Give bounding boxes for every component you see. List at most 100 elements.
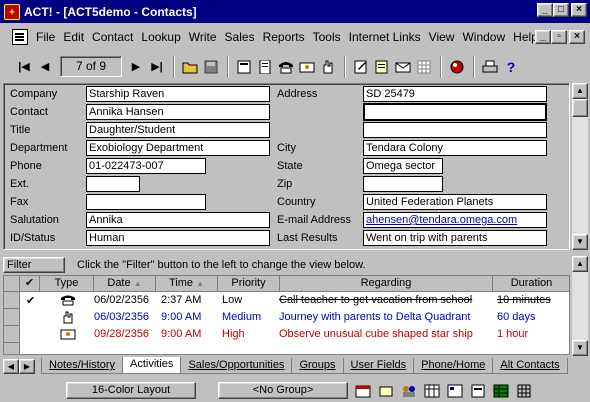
form-scrollbar[interactable]: ▲ ▼ <box>572 83 588 250</box>
menu-window[interactable]: Window <box>458 30 509 44</box>
weekly-calendar-icon[interactable] <box>447 384 463 398</box>
groups-icon[interactable] <box>401 384 417 398</box>
prev-record-button[interactable]: ◀ <box>35 57 55 77</box>
menu-reports[interactable]: Reports <box>259 30 309 44</box>
write-note-icon[interactable] <box>351 57 371 77</box>
col-header-date[interactable]: Date ▲ <box>94 276 156 292</box>
filter-button[interactable]: Filter <box>3 257 65 273</box>
menu-sales[interactable]: Sales <box>221 30 259 44</box>
scroll-up-arrow-icon[interactable]: ▲ <box>572 83 588 99</box>
menu-edit[interactable]: Edit <box>59 30 88 44</box>
task-list-icon[interactable] <box>493 384 509 398</box>
col-header-selector[interactable] <box>4 276 20 292</box>
menu-lookup[interactable]: Lookup <box>137 30 184 44</box>
done-check-icon[interactable]: ✔ <box>26 294 35 307</box>
department-field[interactable]: Exobiology Department <box>86 140 270 156</box>
spreadsheet-icon[interactable] <box>414 57 434 77</box>
table-row[interactable]: ✔ 06/02/2356 2:37 AM Low Call teacher to… <box>4 292 569 309</box>
minimize-button[interactable]: _ <box>537 3 553 17</box>
col-header-priority[interactable]: Priority <box>218 276 280 292</box>
row-selector[interactable] <box>4 343 20 354</box>
scroll-up-arrow-icon[interactable]: ▲ <box>572 256 588 272</box>
close-button[interactable]: × <box>571 3 587 17</box>
address-line3-field[interactable] <box>363 122 547 138</box>
history-icon[interactable] <box>372 57 392 77</box>
contact-field[interactable]: Annika Hansen <box>86 104 270 120</box>
zip-field[interactable] <box>363 176 443 192</box>
tab-scroll-left-icon[interactable]: ◀ <box>3 359 19 374</box>
print-icon[interactable] <box>480 57 500 77</box>
todo-hand-icon[interactable] <box>318 57 338 77</box>
tab-alt-contacts[interactable]: Alt Contacts <box>492 358 568 374</box>
next-record-button[interactable]: ▶ <box>126 57 146 77</box>
ext-field[interactable] <box>86 176 140 192</box>
opportunity-icon[interactable] <box>516 384 532 398</box>
address-line1-field[interactable]: SD 25479 <box>363 86 547 102</box>
tab-phone-home[interactable]: Phone/Home <box>413 358 494 374</box>
open-folder-icon[interactable] <box>180 57 200 77</box>
meeting-icon[interactable] <box>297 57 317 77</box>
table-row[interactable]: 06/03/2356 9:00 AM Medium Journey with p… <box>4 309 569 326</box>
row-date: 09/28/2356 <box>94 328 150 340</box>
label-ext: Ext. <box>10 178 29 190</box>
act-app-icon[interactable]: ✦ <box>4 3 20 20</box>
tab-groups[interactable]: Groups <box>291 358 344 374</box>
last-record-button[interactable]: ▶| <box>147 57 167 77</box>
contacts-icon[interactable] <box>378 384 394 398</box>
col-header-check[interactable]: ✔ <box>20 276 40 292</box>
col-header-regarding[interactable]: Regarding <box>280 276 493 292</box>
state-field[interactable]: Omega sector <box>363 158 443 174</box>
menu-file[interactable]: File <box>32 30 59 44</box>
col-header-time[interactable]: Time ▲ <box>156 276 218 292</box>
tab-notes-history[interactable]: Notes/History <box>41 358 124 374</box>
tab-scroll-right-icon[interactable]: ▶ <box>19 359 35 374</box>
doc-minimize-button[interactable]: _ <box>535 30 551 44</box>
country-field[interactable]: United Federation Planets <box>363 194 547 210</box>
daily-calendar-icon[interactable] <box>470 384 486 398</box>
last-results-field[interactable]: Went on trip with parents <box>363 230 547 246</box>
save-disk-icon[interactable] <box>201 57 221 77</box>
menu-internet-links[interactable]: Internet Links <box>345 30 425 44</box>
fax-field[interactable] <box>86 194 206 210</box>
row-selector[interactable] <box>4 326 20 343</box>
menu-contact[interactable]: Contact <box>88 30 137 44</box>
menu-tools[interactable]: Tools <box>309 30 345 44</box>
tab-sales-opportunities[interactable]: Sales/Opportunities <box>180 358 293 374</box>
row-selector[interactable] <box>4 292 20 309</box>
contact-card-icon[interactable] <box>255 57 275 77</box>
id-status-field[interactable]: Human <box>86 230 270 246</box>
menu-write[interactable]: Write <box>185 30 221 44</box>
title-field[interactable]: Daughter/Student <box>86 122 270 138</box>
doc-close-button[interactable]: × <box>569 30 585 44</box>
first-record-button[interactable]: |◀ <box>14 57 34 77</box>
address-line2-field[interactable] <box>363 103 547 121</box>
tab-activities[interactable]: Activities <box>122 357 182 374</box>
company-field[interactable]: Starship Raven <box>86 86 270 102</box>
email-field[interactable]: ahensen@tendara.omega.com <box>363 212 547 228</box>
city-field[interactable]: Tendara Colony <box>363 140 547 156</box>
email-icon[interactable] <box>393 57 413 77</box>
contact-list-icon[interactable] <box>234 57 254 77</box>
scroll-thumb[interactable] <box>572 99 588 117</box>
maximize-button[interactable]: □ <box>553 3 569 17</box>
salutation-field[interactable]: Annika <box>86 212 270 228</box>
scroll-down-arrow-icon[interactable]: ▼ <box>572 340 588 356</box>
lookup-globe-icon[interactable] <box>447 57 467 77</box>
help-icon[interactable]: ? <box>501 57 521 77</box>
tab-user-fields[interactable]: User Fields <box>342 358 415 374</box>
phone-field[interactable]: 01-022473-007 <box>86 158 206 174</box>
group-button[interactable]: <No Group> <box>218 382 348 399</box>
col-header-type[interactable]: Type <box>40 276 94 292</box>
row-selector[interactable] <box>4 309 20 326</box>
layout-button[interactable]: 16-Color Layout <box>66 382 196 399</box>
col-header-duration[interactable]: Duration <box>493 276 569 292</box>
calendar-icon[interactable] <box>355 384 371 398</box>
menu-view[interactable]: View <box>425 30 459 44</box>
grid-scrollbar[interactable]: ▲ ▼ <box>572 256 588 356</box>
table-row[interactable]: 09/28/2356 9:00 AM High Observe unusual … <box>4 326 569 343</box>
doc-restore-button[interactable]: ▫ <box>551 30 567 44</box>
monthly-calendar-icon[interactable] <box>424 384 440 398</box>
document-icon[interactable] <box>12 29 28 45</box>
scroll-down-arrow-icon[interactable]: ▼ <box>572 234 588 250</box>
phone-call-icon[interactable] <box>276 57 296 77</box>
